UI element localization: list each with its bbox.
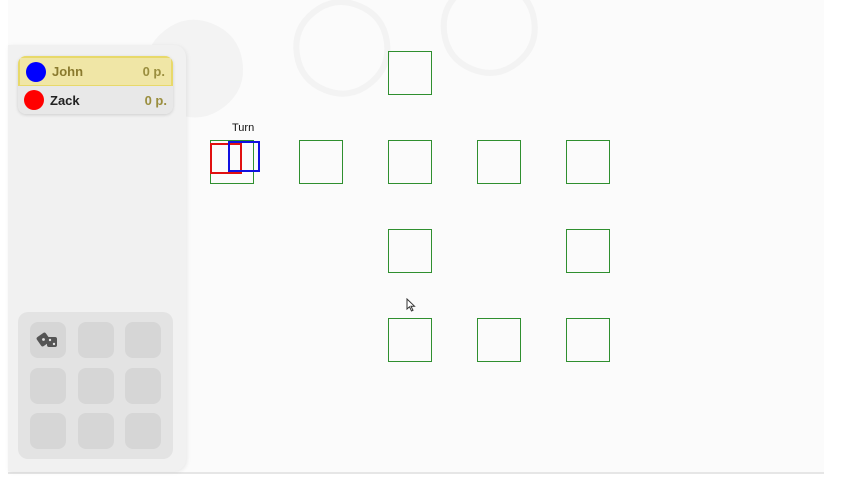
player-score: 0 p. bbox=[144, 92, 167, 108]
player-score: 0 p. bbox=[142, 64, 165, 79]
board-tile[interactable] bbox=[477, 140, 521, 184]
board-tile[interactable] bbox=[477, 318, 521, 362]
mouse-cursor-icon bbox=[406, 298, 416, 312]
control-slot[interactable] bbox=[30, 413, 66, 449]
controls-panel bbox=[18, 312, 173, 459]
player-row-john: John 0 p. bbox=[18, 56, 173, 86]
control-slot[interactable] bbox=[125, 322, 161, 358]
dice-icon bbox=[36, 332, 57, 347]
player-name: Zack bbox=[50, 92, 80, 108]
control-slot[interactable] bbox=[125, 368, 161, 404]
board-tile[interactable] bbox=[388, 318, 432, 362]
board-tile[interactable] bbox=[566, 140, 610, 184]
control-slot[interactable] bbox=[78, 413, 114, 449]
board-tile[interactable] bbox=[566, 318, 610, 362]
control-slot[interactable] bbox=[78, 368, 114, 404]
player-list: John 0 p. Zack 0 p. bbox=[18, 56, 173, 114]
player-color-blue bbox=[26, 61, 46, 82]
player-color-red bbox=[24, 90, 44, 110]
player-piece-blue[interactable] bbox=[228, 141, 260, 172]
roll-dice-button[interactable] bbox=[30, 322, 66, 358]
player-name: John bbox=[52, 64, 84, 79]
control-slot[interactable] bbox=[125, 413, 161, 449]
board-tile[interactable] bbox=[388, 51, 432, 95]
board-tile[interactable] bbox=[299, 140, 343, 184]
player-row-zack: Zack 0 p. bbox=[18, 86, 173, 114]
control-slot[interactable] bbox=[30, 368, 66, 404]
board-tile[interactable] bbox=[388, 229, 432, 273]
turn-label: Turn bbox=[232, 122, 255, 134]
board-tile[interactable] bbox=[388, 140, 432, 184]
control-slot[interactable] bbox=[78, 322, 114, 358]
board-tile[interactable] bbox=[566, 229, 610, 273]
